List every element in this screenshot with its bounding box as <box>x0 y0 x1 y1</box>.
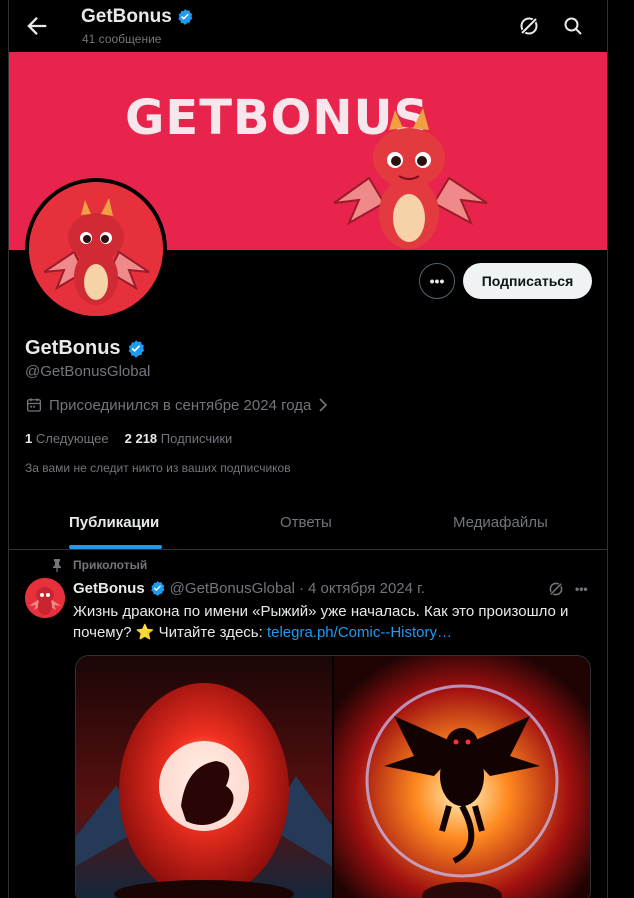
joined-text: Присоединился в сентябре 2024 года <box>49 396 312 414</box>
verified-badge-icon[interactable] <box>126 339 146 359</box>
tweet-avatar[interactable] <box>25 578 65 618</box>
tab-posts[interactable]: Публикации <box>69 514 159 531</box>
profile-column: GetBonus 41 сообщение GETBONUS ••• Подпи… <box>8 0 608 898</box>
tweet-date[interactable]: 4 октября 2024 г. <box>308 580 425 597</box>
verified-badge-icon <box>150 581 165 596</box>
tab-replies[interactable]: Ответы <box>280 514 332 531</box>
active-tab-indicator <box>69 545 162 549</box>
tweet-author[interactable]: GetBonus <box>73 580 145 597</box>
tweet-actions: ••• <box>547 580 588 598</box>
grok-icon[interactable] <box>517 14 541 38</box>
following-link[interactable]: 1 Следующее <box>25 431 109 446</box>
followers-count: 2 218 <box>124 431 158 446</box>
followers-link[interactable]: 2 218 Подписчики <box>125 431 233 446</box>
tweet-avatar-dragon <box>25 578 65 618</box>
pin-icon <box>53 559 61 572</box>
tweet-link[interactable]: telegra.ph/Comic--History… <box>267 624 452 641</box>
followers-label: Подписчики <box>160 431 233 446</box>
avatar-dragon-image <box>29 182 163 316</box>
joined-date[interactable]: Присоединился в сентябре 2024 года <box>25 396 329 414</box>
tweet-text: Жизнь дракона по имени «Рыжий» уже начал… <box>73 601 593 643</box>
media-image-egg[interactable] <box>76 656 332 898</box>
media-image-dragon[interactable] <box>334 656 590 898</box>
tab-media[interactable]: Медиафайлы <box>453 514 548 531</box>
egg-image <box>76 656 332 898</box>
profile-tabs: Публикации Ответы Медиафайлы <box>9 496 607 550</box>
posts-count: 41 сообщение <box>82 32 162 46</box>
tweet-handle[interactable]: @GetBonusGlobal <box>170 580 295 597</box>
search-icon[interactable] <box>561 14 585 38</box>
follow-counts: 1 Следующее 2 218 Подписчики <box>25 431 232 446</box>
profile-name: GetBonus <box>25 337 121 359</box>
header-name: GetBonus <box>81 6 172 27</box>
pinned-indicator: Приколотый <box>51 558 147 572</box>
not-followed-note: За вами не следит никто из ваших подписч… <box>25 461 291 475</box>
following-label: Следующее <box>35 431 109 446</box>
profile-name-row: GetBonus <box>25 337 146 360</box>
grok-icon[interactable] <box>547 580 565 598</box>
calendar-icon <box>26 398 42 412</box>
profile-handle: @GetBonusGlobal <box>25 363 151 380</box>
tweet-separator: · <box>298 580 304 597</box>
tweet-header: GetBonus @GetBonusGlobal · 4 октября 202… <box>73 580 425 597</box>
subscribe-button[interactable]: Подписаться <box>463 263 592 299</box>
more-options-button[interactable]: ••• <box>419 263 455 299</box>
arrow-left-icon[interactable] <box>23 12 51 40</box>
header-title: GetBonus <box>81 6 194 28</box>
profile-avatar[interactable] <box>25 178 167 320</box>
chevron-right-icon <box>319 398 328 412</box>
pinned-label: Приколотый <box>73 558 148 572</box>
tweet-media[interactable] <box>75 655 591 898</box>
dragon-illustration <box>333 108 488 249</box>
following-count: 1 <box>25 431 33 446</box>
verified-badge-icon <box>178 9 193 25</box>
top-bar: GetBonus 41 сообщение <box>9 0 607 52</box>
tweet-more-button[interactable]: ••• <box>575 582 588 596</box>
dragon-silhouette-image <box>334 656 590 898</box>
